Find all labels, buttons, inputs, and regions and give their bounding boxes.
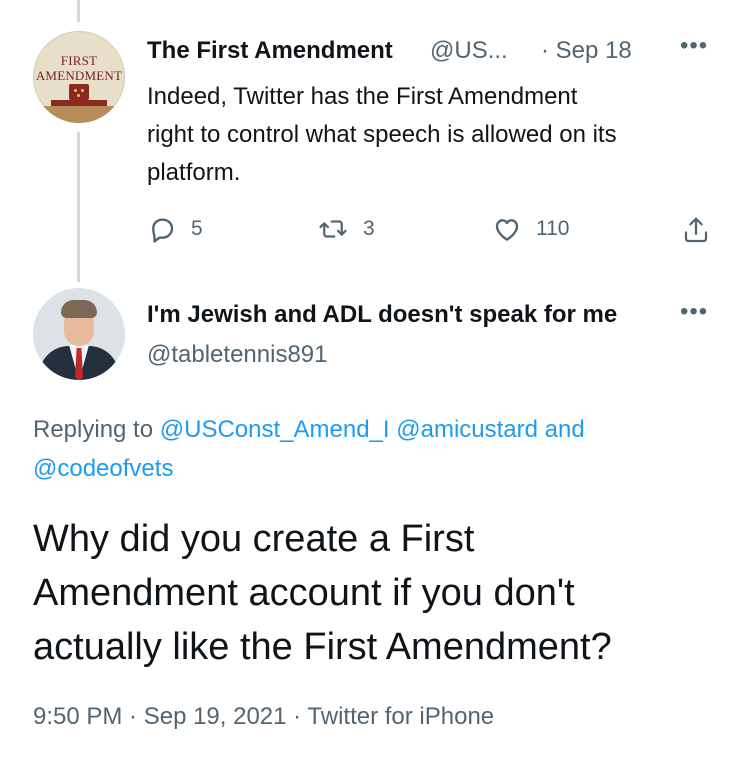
parent-tweet-line: Indeed, Twitter has the First Amendment bbox=[147, 83, 578, 110]
main-display-name[interactable]: I'm Jewish and ADL doesn't speak for me bbox=[147, 301, 647, 329]
first-amendment-avatar[interactable]: FIRST AMENDMENT bbox=[33, 31, 125, 123]
reply-button[interactable]: 5 bbox=[147, 214, 203, 244]
main-handle[interactable]: @tabletennis891 bbox=[147, 341, 328, 369]
thread-line-top bbox=[77, 0, 80, 22]
parent-more-button[interactable]: ••• bbox=[680, 32, 708, 60]
avatar-logo-text-2: AMENDMENT bbox=[35, 68, 123, 83]
parent-tweet-text: Indeed, Twitter has the First Amendment … bbox=[147, 78, 727, 192]
replying-to-others[interactable]: and bbox=[545, 416, 585, 443]
replying-to: Replying to @USConst_Amend_I @amicustard… bbox=[33, 416, 585, 444]
parent-date[interactable]: · Sep 18 bbox=[541, 37, 632, 65]
thread-line-connector bbox=[77, 132, 80, 282]
retweet-icon bbox=[319, 220, 347, 238]
parent-handle[interactable]: @US... bbox=[430, 37, 508, 65]
podium-icon bbox=[69, 84, 89, 100]
like-button[interactable]: 110 bbox=[492, 214, 569, 244]
main-more-button[interactable]: ••• bbox=[680, 298, 708, 326]
mention-link[interactable]: @codeofvets bbox=[33, 455, 173, 482]
reply-count: 5 bbox=[191, 217, 203, 240]
main-tweet-text: Why did you create a First Amendment acc… bbox=[33, 512, 733, 674]
tweet-timestamp[interactable]: 9:50 PM · Sep 19, 2021 · Twitter for iPh… bbox=[33, 703, 494, 731]
main-tweet-line: Amendment account if you don't bbox=[33, 572, 575, 614]
main-tweet-line: Why did you create a First bbox=[33, 518, 475, 560]
share-button[interactable] bbox=[681, 214, 711, 246]
like-count: 110 bbox=[536, 217, 570, 240]
parent-tweet-line: platform. bbox=[147, 159, 241, 186]
mention-link[interactable]: @amicustard bbox=[396, 416, 538, 443]
parent-tweet-line: right to control what speech is allowed … bbox=[147, 121, 617, 148]
reply-icon bbox=[152, 218, 174, 243]
parent-display-name[interactable]: The First Amendment bbox=[147, 37, 393, 65]
avatar-logo-text-1: FIRST bbox=[60, 53, 98, 68]
retweet-count: 3 bbox=[363, 217, 375, 240]
replying-to-prefix: Replying to bbox=[33, 416, 154, 443]
like-icon bbox=[495, 219, 519, 241]
main-tweet-line: actually like the First Amendment? bbox=[33, 626, 612, 668]
replying-to-continued: @codeofvets bbox=[33, 455, 173, 483]
retweet-button[interactable]: 3 bbox=[317, 214, 375, 244]
mention-link[interactable]: @USConst_Amend_I bbox=[160, 416, 390, 443]
share-icon bbox=[684, 217, 708, 243]
user-avatar[interactable] bbox=[33, 288, 125, 380]
